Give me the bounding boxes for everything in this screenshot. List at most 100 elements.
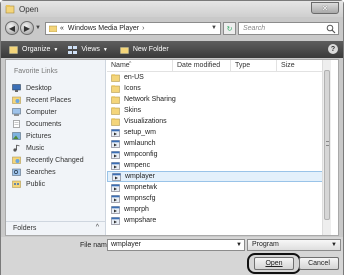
file-name-input[interactable]: wmplayer ▼ [107, 239, 245, 251]
recent-pages-dropdown-icon[interactable]: ▼ [35, 25, 41, 31]
file-row[interactable]: en-US [107, 72, 331, 83]
column-date-modified[interactable]: Date modified [173, 60, 231, 72]
file-row[interactable]: Skins [107, 105, 331, 116]
command-toolbar: Organize ▼ Views ▼ New Folder ? [1, 41, 343, 58]
file-row[interactable]: wmplayer [107, 171, 331, 182]
organize-label: Organize [22, 46, 51, 53]
file-row[interactable]: wmprph [107, 204, 331, 215]
file-name-dropdown-icon[interactable]: ▼ [236, 240, 242, 250]
views-button[interactable]: Views ▼ [68, 45, 108, 54]
application-icon [111, 161, 120, 170]
breadcrumb-overflow[interactable]: « [60, 25, 64, 32]
column-type[interactable]: Type [231, 60, 277, 72]
file-name-value: wmplayer [111, 241, 141, 248]
file-row[interactable]: Icons [107, 83, 331, 94]
breadcrumb-separator[interactable]: › [142, 25, 144, 32]
application-icon [111, 150, 120, 159]
folders-label: Folders [13, 225, 37, 232]
back-arrow-icon: ◀ [8, 23, 16, 33]
cancel-button[interactable]: Cancel [299, 257, 339, 270]
file-row[interactable]: wmpconfig [107, 149, 331, 160]
organize-button[interactable]: Organize ▼ [9, 45, 58, 54]
column-size[interactable]: Size [277, 60, 321, 72]
folder-icon [49, 25, 57, 32]
folder-icon [111, 106, 120, 115]
column-size-label: Size [281, 62, 295, 69]
application-icon [111, 205, 120, 214]
file-name: setup_wm [124, 129, 156, 136]
file-type-select[interactable]: Program ▼ [247, 239, 341, 251]
file-name: wmpnetwk [124, 184, 158, 191]
favorite-links-header: Favorite Links [14, 68, 58, 75]
nav-item-recent-places[interactable]: Recent Places [12, 94, 84, 106]
scrollbar-thumb[interactable] [324, 70, 330, 220]
file-row[interactable]: Network Sharing [107, 94, 331, 105]
file-name: wmplayer [125, 173, 155, 180]
open-dialog-icon [5, 5, 15, 14]
forward-button[interactable]: ▶ [20, 21, 34, 35]
nav-item-computer[interactable]: Computer [12, 106, 84, 118]
breadcrumb-windows-media-player[interactable]: Windows Media Player [68, 25, 139, 32]
desktop-icon [12, 84, 21, 92]
searches-icon [12, 168, 21, 176]
file-name: Icons [124, 85, 141, 92]
file-name: wmpenc [124, 162, 151, 169]
new-folder-button[interactable]: New Folder [120, 46, 169, 54]
nav-item-searches[interactable]: Searches [12, 166, 84, 178]
organize-icon [9, 45, 18, 54]
file-row[interactable]: Visualizations [107, 116, 331, 127]
address-dropdown-icon[interactable]: ▼ [211, 25, 217, 31]
open-button[interactable]: Open [254, 257, 294, 270]
file-name: Visualizations [124, 118, 167, 125]
file-list: en-US Icons Network Sharing Skins Visualizat… [107, 72, 331, 226]
forward-arrow-icon: ▶ [23, 23, 31, 33]
file-row[interactable]: wmpshare [107, 215, 331, 226]
folder-icon [111, 84, 120, 93]
file-row[interactable]: wmpnetwk [107, 182, 331, 193]
nav-label: Recent Places [26, 96, 72, 104]
views-dropdown-icon: ▼ [102, 46, 108, 53]
vertical-scrollbar[interactable] [322, 60, 331, 235]
file-row[interactable]: wmlaunch [107, 138, 331, 149]
column-name[interactable]: ^ Name [107, 60, 173, 72]
folder-icon [111, 73, 120, 82]
favorite-links-list: Desktop Recent Places Computer Documents… [12, 82, 84, 190]
nav-item-desktop[interactable]: Desktop [12, 82, 84, 94]
application-icon [112, 172, 121, 181]
folder-icon [111, 95, 120, 104]
new-folder-icon [120, 46, 129, 54]
help-icon[interactable]: ? [328, 44, 338, 54]
back-button[interactable]: ◀ [5, 21, 19, 35]
file-row[interactable]: wmpnscfg [107, 193, 331, 204]
scrollbar-grip [326, 141, 329, 146]
file-type-value: Program [252, 241, 279, 248]
file-row[interactable]: setup_wm [107, 127, 331, 138]
folder-icon [111, 117, 120, 126]
nav-item-recently-changed[interactable]: Recently Changed [12, 154, 84, 166]
address-bar[interactable]: « Windows Media Player › ▼ [45, 22, 221, 35]
nav-label: Public [26, 180, 46, 188]
nav-label: Music [26, 144, 45, 152]
search-input[interactable]: Search [238, 22, 339, 35]
nav-item-documents[interactable]: Documents [12, 118, 84, 130]
file-row[interactable]: wmpenc [107, 160, 331, 171]
dialog-footer: File name: wmplayer ▼ Program ▼ Open Can… [1, 237, 343, 275]
sort-ascending-icon: ^ [129, 61, 132, 67]
refresh-button[interactable]: ↻ [223, 22, 236, 35]
nav-item-music[interactable]: Music [12, 142, 84, 154]
open-label: Open [265, 260, 283, 267]
file-name: wmpshare [124, 217, 157, 224]
file-type-dropdown-icon: ▼ [331, 242, 337, 248]
new-folder-label: New Folder [132, 46, 169, 53]
chevron-up-icon: ^ [95, 224, 99, 231]
file-name: en-US [124, 74, 144, 81]
column-name-label: Name [111, 62, 130, 69]
address-row: ◀ ▶ ▼ « Windows Media Player › ▼ ↻ Searc… [1, 18, 343, 40]
file-name: Network Sharing [124, 96, 176, 103]
nav-item-public[interactable]: Public [12, 178, 84, 190]
window-title: Open [19, 4, 39, 14]
nav-item-pictures[interactable]: Pictures [12, 130, 84, 142]
close-button[interactable]: ✕ [311, 2, 339, 14]
search-icon[interactable] [326, 24, 336, 34]
folders-toggle[interactable]: Folders ^ [6, 221, 105, 235]
